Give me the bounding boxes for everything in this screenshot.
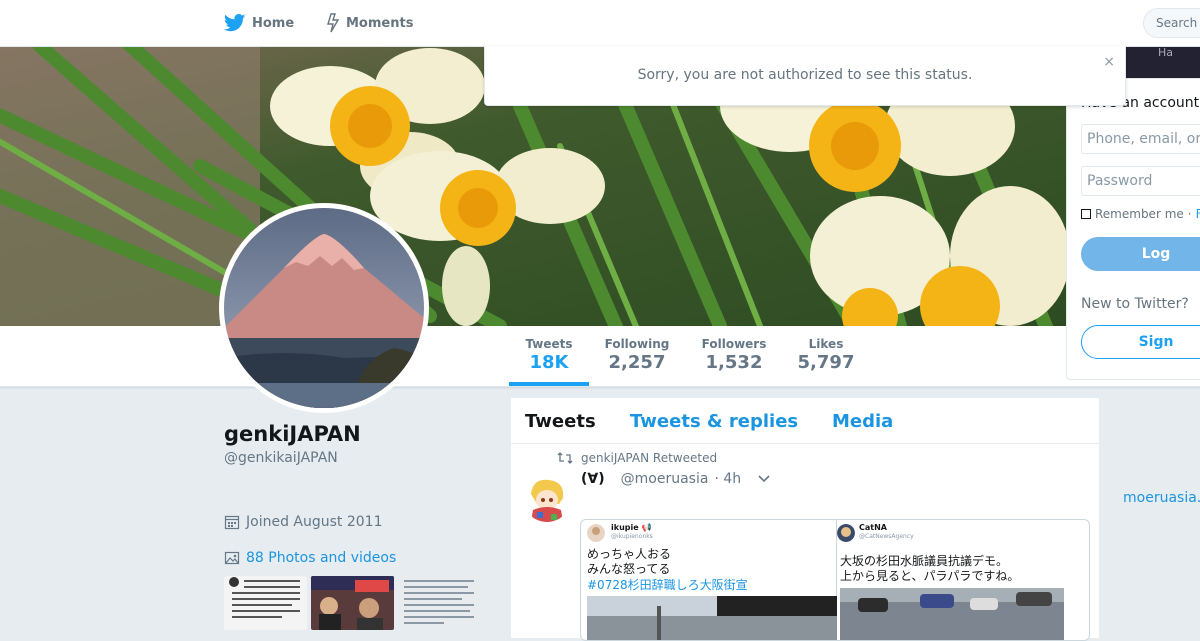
quote-author-name: ikupie 📢 — [611, 523, 652, 532]
twitter-bird-icon — [224, 14, 246, 32]
stat-value: 5,797 — [797, 352, 855, 373]
photo-icon — [224, 551, 240, 565]
nav-moments[interactable]: Moments — [326, 0, 413, 46]
stat-label: Likes — [808, 337, 844, 351]
login-button[interactable]: Log — [1081, 237, 1200, 271]
quote-avatar — [587, 524, 605, 542]
photo-thumbnail[interactable] — [224, 576, 307, 630]
stat-value: 1,532 — [705, 352, 763, 373]
calendar-icon — [224, 515, 240, 530]
chevron-down-icon[interactable] — [757, 474, 771, 484]
photo-thumbnail[interactable] — [398, 576, 481, 630]
nav-home-label: Home — [252, 15, 295, 31]
quote-text-line2: みんな怒ってる — [587, 562, 671, 576]
login-card: Have an account Phone, email, or Passwor… — [1066, 78, 1200, 380]
lightning-icon — [327, 13, 340, 33]
quoted-tweet-image: CatNA @CatNewsAgency 大坂の杉田水脈議員抗議デモ。 上から見… — [837, 520, 1089, 640]
joined-date: Joined August 2011 — [224, 514, 382, 530]
profile-avatar[interactable] — [219, 203, 429, 413]
quote-author-handle: @ikupienonks — [611, 533, 653, 540]
alert-message: Sorry, you are not authorized to see thi… — [637, 67, 973, 83]
quote-author-handle: @CatNewsAgency — [859, 533, 914, 540]
tab-tweets-replies[interactable]: Tweets & replies — [630, 411, 798, 432]
stat-label: Followers — [701, 337, 767, 351]
remember-checkbox[interactable] — [1081, 209, 1091, 219]
stat-likes[interactable]: Likes 5,797 — [794, 337, 858, 373]
quote-text-line2: 上から見ると、パラパラですね。 — [840, 569, 1020, 583]
stat-label: Tweets — [525, 337, 573, 351]
top-navigation-bar: Home Moments Search — [0, 0, 1200, 47]
photo-thumbnails — [224, 576, 481, 630]
password-field[interactable]: Password — [1081, 166, 1200, 196]
retweet-context: genkiJAPAN Retweeted — [557, 451, 717, 465]
timeline: Tweets Tweets & replies Media genkiJAPAN… — [510, 397, 1100, 641]
quote-text-line1: めっちゃ人おる — [587, 547, 672, 561]
signup-button[interactable]: Sign — [1081, 325, 1200, 359]
search-input[interactable]: Search — [1143, 8, 1200, 38]
quoted-tweet-image: ikupie 📢 @ikupienonks めっちゃ人おる みんな怒ってる #0… — [581, 520, 837, 640]
new-to-twitter-label: New to Twitter? — [1081, 296, 1189, 312]
retweet-text: genkiJAPAN Retweeted — [581, 451, 718, 465]
search-placeholder: Search — [1156, 16, 1198, 30]
tab-tweets[interactable]: Tweets — [525, 411, 596, 432]
quote-photo — [840, 588, 1064, 640]
retweet-icon — [557, 452, 573, 464]
quote-avatar — [837, 524, 855, 542]
tweet-timestamp[interactable]: · 4h — [714, 471, 741, 487]
stat-tweets[interactable]: Tweets 18K — [509, 337, 589, 373]
active-stat-underline — [509, 382, 589, 386]
photo-thumbnail[interactable] — [311, 576, 394, 630]
stat-value: 18K — [529, 352, 569, 373]
status-alert: Sorry, you are not authorized to see thi… — [484, 46, 1126, 106]
quote-photo — [587, 596, 837, 640]
username-placeholder: Phone, email, or — [1087, 131, 1200, 147]
profile-nav-bar: Tweets 18K Following 2,257 Followers 1,5… — [0, 326, 1200, 387]
banner-corner: Ha — [1124, 46, 1200, 78]
quote-text-line1: 大坂の杉田水脈議員抗議デモ。 — [840, 554, 1009, 568]
tab-media[interactable]: Media — [832, 411, 893, 432]
remember-label: Remember me — [1095, 207, 1184, 221]
sidebar-link[interactable]: moeruasia. — [1123, 490, 1200, 506]
banner-corner-text: Ha — [1158, 46, 1174, 59]
username-field[interactable]: Phone, email, or — [1081, 124, 1200, 154]
tweet-author-handle[interactable]: @moeruasia — [621, 471, 709, 487]
forgot-password-link[interactable]: F — [1196, 207, 1200, 221]
photos-videos-link[interactable]: 88 Photos and videos — [224, 550, 396, 566]
stat-followers[interactable]: Followers 1,532 — [697, 337, 771, 373]
stat-value: 2,257 — [608, 352, 666, 373]
quote-author-name: CatNA — [859, 523, 887, 532]
stat-following[interactable]: Following 2,257 — [600, 337, 674, 373]
tweet-header: (∀) @moeruasia · 4h — [581, 471, 771, 487]
password-placeholder: Password — [1087, 173, 1153, 189]
tweet-author-avatar[interactable] — [523, 474, 571, 522]
remember-separator: · — [1187, 207, 1192, 221]
close-icon[interactable]: × — [1103, 54, 1115, 70]
profile-name: genkiJAPAN — [224, 422, 361, 446]
joined-text: Joined August 2011 — [246, 514, 383, 530]
photos-link-text: 88 Photos and videos — [246, 550, 397, 566]
nav-moments-label: Moments — [346, 15, 414, 31]
quote-hashtag: #0728杉田辞職しろ大阪街宣 — [587, 578, 748, 592]
nav-home[interactable]: Home — [224, 0, 294, 46]
profile-handle: @genkikaiJAPAN — [224, 450, 338, 466]
tweet-media[interactable]: ikupie 📢 @ikupienonks めっちゃ人おる みんな怒ってる #0… — [580, 519, 1090, 641]
timeline-tabs: Tweets Tweets & replies Media — [511, 398, 1099, 444]
stat-label: Following — [604, 337, 670, 351]
remember-me: Remember me · F — [1081, 207, 1200, 221]
tweet-author-name[interactable]: (∀) — [581, 471, 605, 487]
